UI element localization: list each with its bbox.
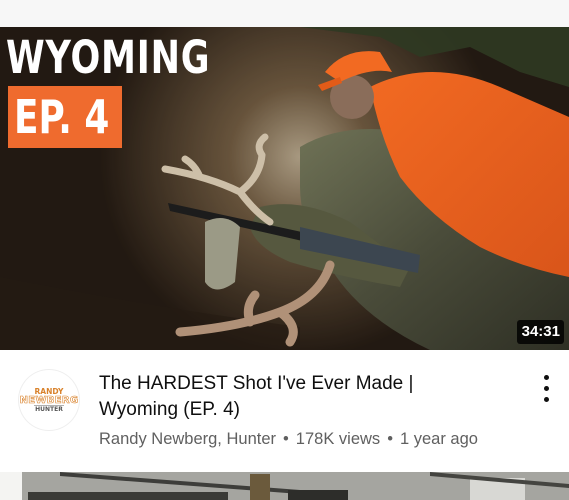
thumbnail-episode-badge: EP. 4 bbox=[8, 86, 122, 148]
vertical-ellipsis-icon bbox=[544, 375, 549, 380]
video-title-line-2: Wyoming (EP. 4) bbox=[99, 399, 240, 420]
video-title-line-1: The HARDEST Shot I've Ever Made | bbox=[99, 373, 414, 394]
more-actions-button[interactable] bbox=[533, 375, 559, 405]
meta-separator: • bbox=[387, 430, 393, 448]
video-details: RANDY NEWBERG HUNTER The HARDEST Shot I'… bbox=[0, 350, 569, 472]
meta-separator: • bbox=[283, 430, 289, 448]
channel-name[interactable]: Randy Newberg, Hunter bbox=[99, 430, 276, 448]
video-title[interactable]: The HARDEST Shot I've Ever Made | Wyomin… bbox=[99, 371, 499, 423]
video-feed: WYOMING EP. 4 34:31 RANDY NEWBERG HUNTER… bbox=[0, 0, 569, 500]
next-video-thumbnail[interactable] bbox=[0, 472, 569, 500]
channel-avatar[interactable]: RANDY NEWBERG HUNTER bbox=[18, 369, 80, 431]
next-thumbnail-image bbox=[0, 472, 569, 500]
upload-age: 1 year ago bbox=[399, 430, 478, 448]
vertical-ellipsis-icon bbox=[544, 397, 549, 402]
thumbnail-episode-text: EP. 4 bbox=[14, 90, 110, 144]
video-duration-badge: 34:31 bbox=[516, 320, 564, 344]
thumbnail-title-text: WYOMING bbox=[6, 31, 211, 84]
video-thumbnail[interactable]: WYOMING EP. 4 34:31 bbox=[0, 27, 569, 350]
feed-top-spacer bbox=[0, 0, 569, 27]
video-metadata: Randy Newberg, Hunter • 178K views • 1 year … bbox=[99, 428, 539, 450]
vertical-ellipsis-icon bbox=[544, 386, 549, 391]
avatar-logo-text-bottom: HUNTER bbox=[35, 406, 63, 413]
view-count: 178K views bbox=[295, 430, 381, 448]
